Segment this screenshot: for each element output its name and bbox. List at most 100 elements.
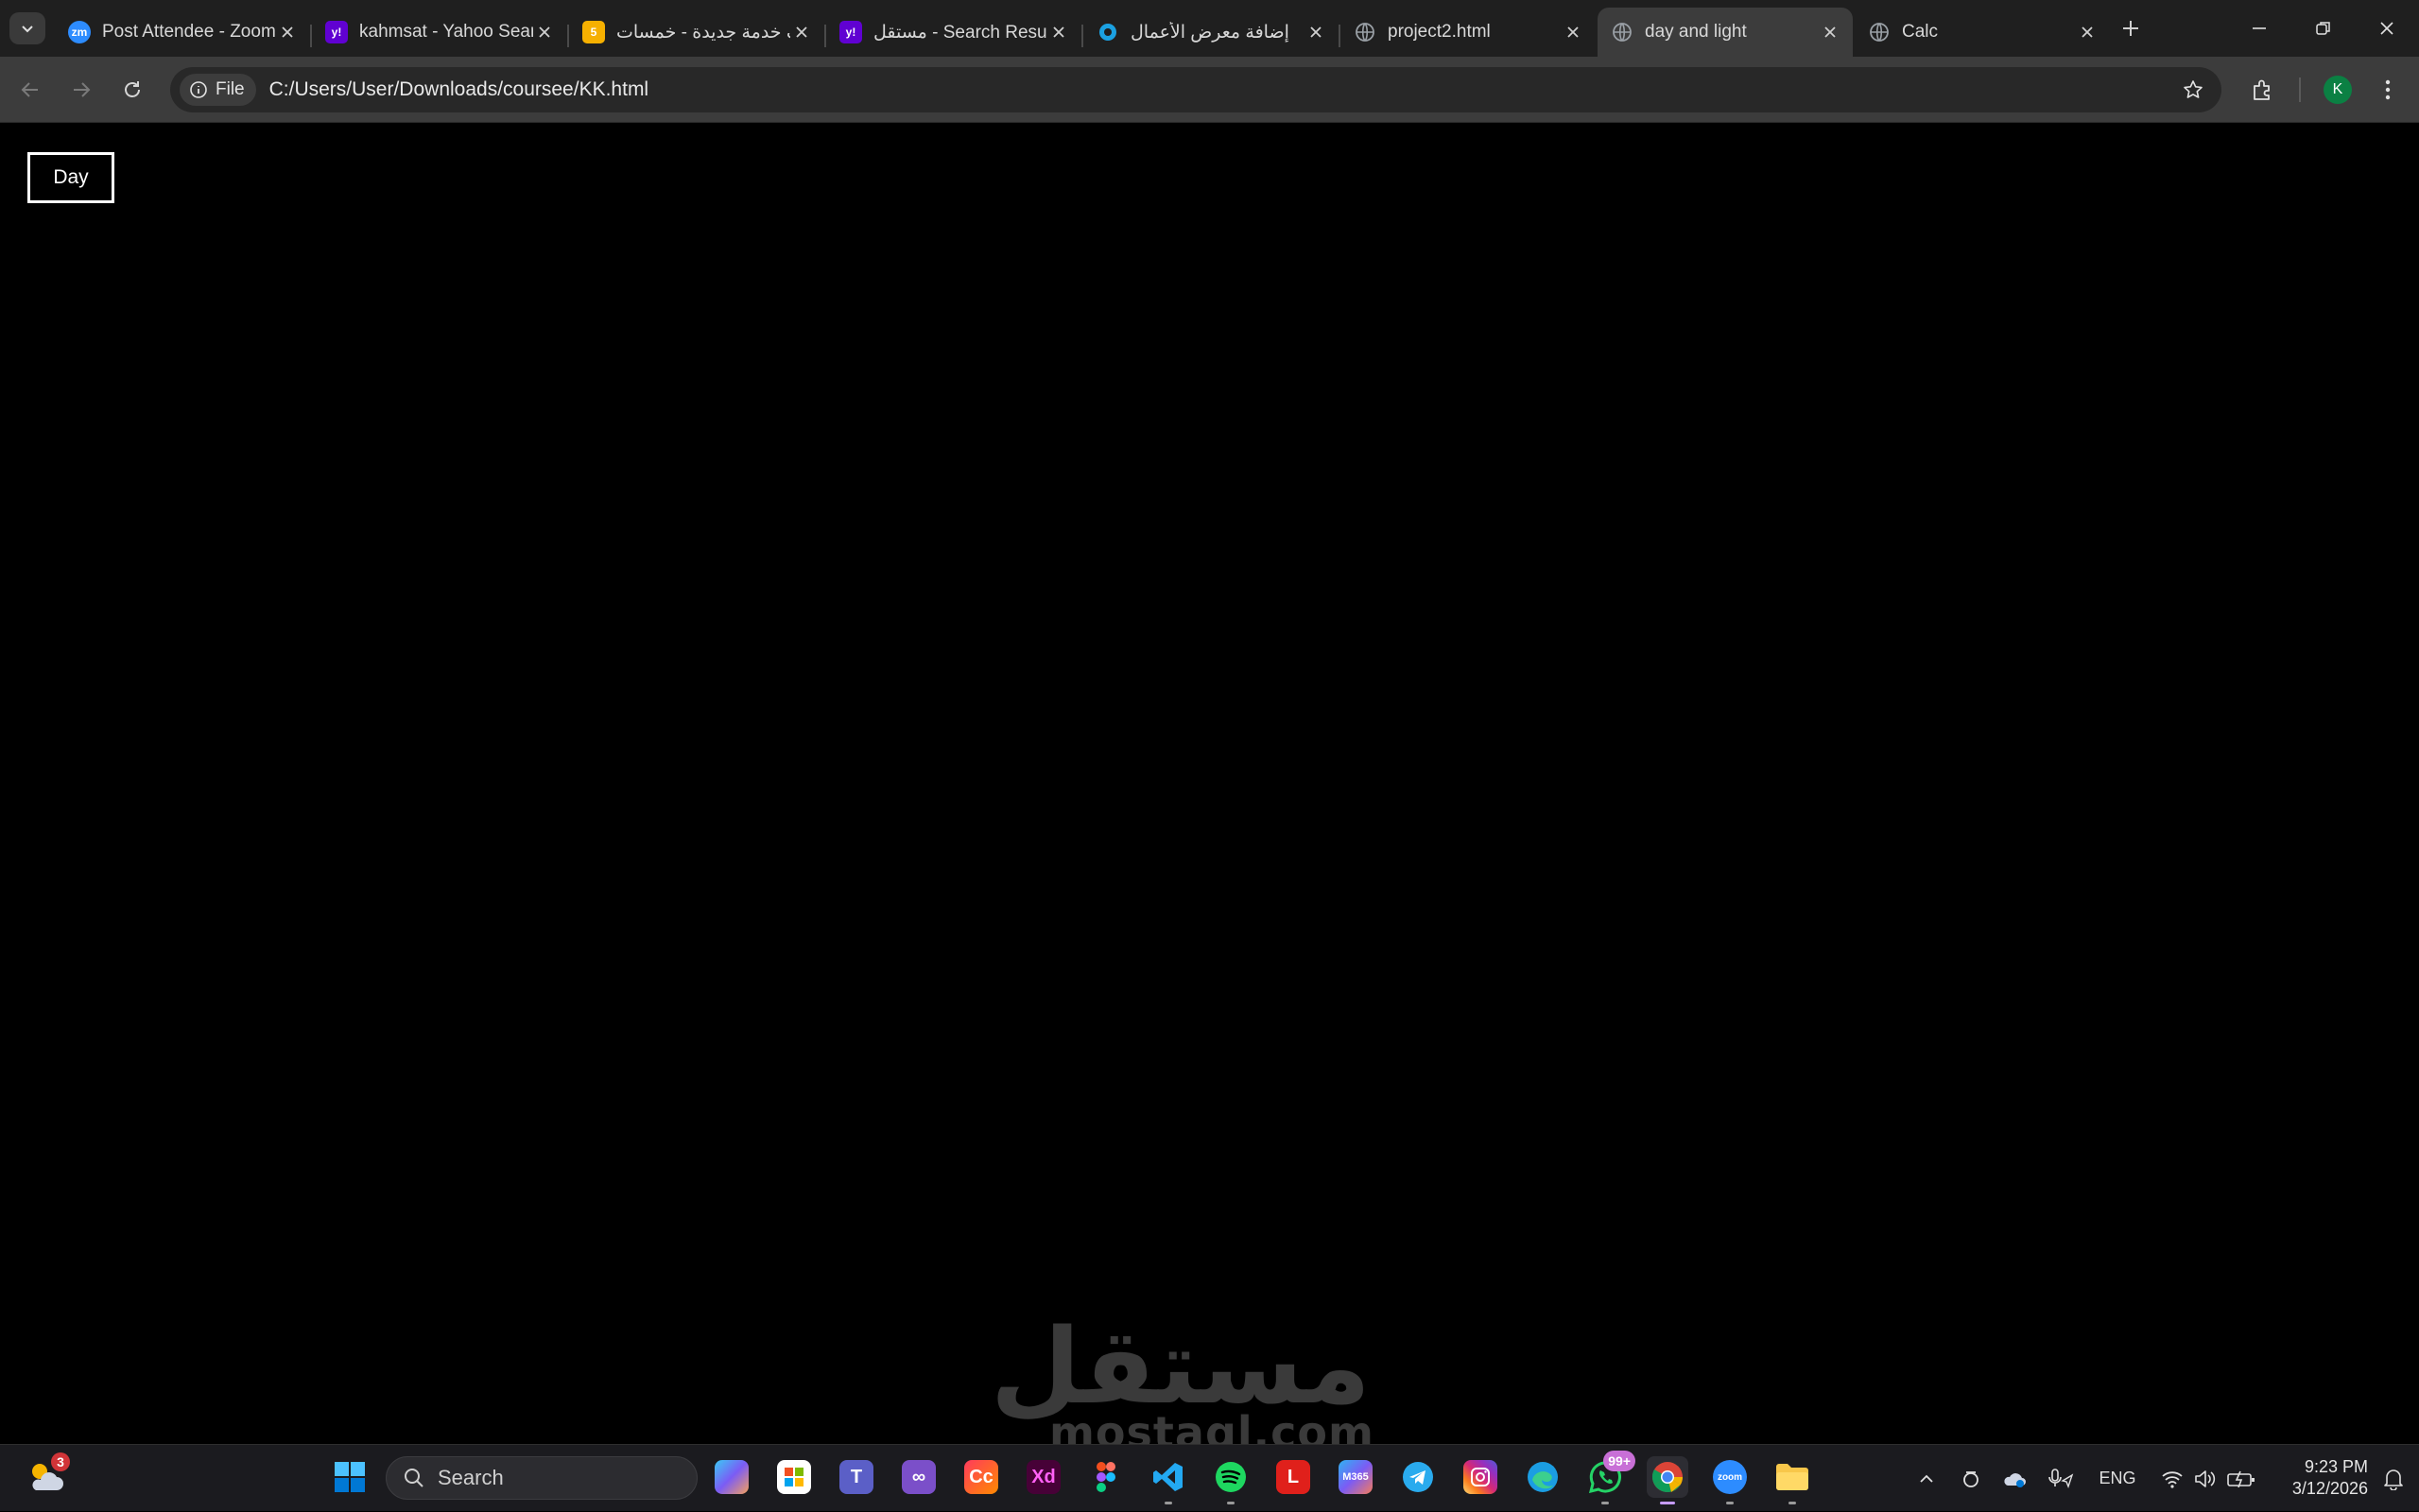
taskbar-whatsapp[interactable]: 99+ [1584, 1451, 1635, 1504]
close-tab-icon[interactable] [790, 21, 813, 43]
taskbar-l-app[interactable]: L [1272, 1456, 1314, 1498]
instagram-icon [1463, 1460, 1497, 1494]
creative-cloud-icon: Cc [964, 1460, 998, 1494]
day-toggle-button[interactable]: Day [27, 152, 114, 203]
tab[interactable]: 5 أضف خدمة جديدة - خمسات [569, 8, 824, 57]
chevron-up-icon [1920, 1474, 1933, 1483]
close-icon [2380, 22, 2393, 35]
menu-button[interactable] [2371, 73, 2405, 107]
tab[interactable]: zm Post Attendee - Zoom [55, 8, 310, 57]
taskbar-search[interactable]: Search [386, 1456, 698, 1500]
windows-taskbar: 3 Search T ∞ Cc Xd L M365 99+ zoom ENG 9… [0, 1444, 2419, 1511]
language-indicator[interactable]: ENG [2089, 1445, 2146, 1512]
telegram-icon [1403, 1462, 1433, 1492]
search-icon [405, 1469, 423, 1487]
tab[interactable]: day and light [1598, 8, 1853, 57]
url-text[interactable]: C:/Users/User/Downloads/coursee/KK.html [269, 78, 648, 101]
taskbar-creative-cloud[interactable]: Cc [960, 1456, 1002, 1498]
globe-icon [1868, 21, 1891, 43]
tray-volume-button[interactable] [2189, 1445, 2221, 1512]
restore-button[interactable] [2291, 0, 2356, 57]
taskbar-copilot[interactable] [711, 1456, 752, 1498]
whatsapp-badge: 99+ [1603, 1451, 1635, 1471]
tab[interactable]: y! مستقل - Search Results [826, 8, 1081, 57]
arrow-left-icon [21, 82, 38, 97]
cloud-icon [2004, 1472, 2026, 1487]
chrome-icon [1651, 1462, 1683, 1492]
taskbar-zoom[interactable]: zoom [1709, 1456, 1751, 1504]
close-tab-icon[interactable] [533, 21, 556, 43]
tab-title: project2.html [1388, 22, 1491, 42]
tab[interactable]: إضافة معرض الأعمال [1083, 8, 1339, 57]
tray-mic-button[interactable] [2042, 1445, 2080, 1512]
browser-toolbar: File C:/Users/User/Downloads/coursee/KK.… [0, 57, 2419, 123]
puzzle-icon [2254, 79, 2270, 100]
info-icon [190, 81, 207, 98]
copilot-icon [715, 1460, 749, 1494]
taskbar-chrome[interactable] [1647, 1456, 1688, 1504]
bookmark-star-button[interactable] [2182, 78, 2204, 106]
close-window-button[interactable] [2355, 0, 2419, 57]
teams-icon: T [839, 1460, 873, 1494]
folder-icon [1776, 1464, 1808, 1490]
notifications-button[interactable] [2375, 1445, 2412, 1512]
edge-icon [1528, 1462, 1558, 1492]
taskbar-edge[interactable] [1522, 1456, 1564, 1498]
taskbar-visual-studio[interactable]: ∞ [898, 1456, 940, 1498]
tray-battery-button[interactable] [2223, 1445, 2259, 1512]
windows-logo-icon [335, 1462, 365, 1492]
taskbar-m365[interactable]: M365 [1335, 1456, 1376, 1498]
taskbar-file-explorer[interactable] [1771, 1456, 1813, 1504]
taskbar-figma[interactable] [1085, 1456, 1127, 1498]
kebab-menu-icon [2385, 79, 2391, 100]
zoom-icon: zm [68, 21, 91, 43]
star-icon [2184, 80, 2203, 98]
taskbar-telegram[interactable] [1397, 1456, 1439, 1498]
taskbar-adobe-xd[interactable]: Xd [1023, 1456, 1064, 1498]
tray-wifi-button[interactable] [2155, 1445, 2189, 1512]
adobe-xd-icon: Xd [1027, 1460, 1061, 1494]
running-indicator [1227, 1502, 1235, 1504]
close-tab-icon[interactable] [1047, 21, 1070, 43]
close-tab-icon[interactable] [1819, 21, 1841, 43]
clock[interactable]: 9:23 PM 3/12/2026 [2264, 1456, 2368, 1500]
minimize-button[interactable] [2227, 0, 2291, 57]
mostaql-icon [1097, 21, 1119, 43]
taskbar-instagram[interactable] [1460, 1456, 1501, 1498]
taskbar-vscode[interactable] [1148, 1456, 1189, 1504]
start-button[interactable] [329, 1456, 371, 1498]
taskbar-teams[interactable]: T [836, 1456, 877, 1498]
tray-app-button[interactable] [1955, 1445, 1987, 1512]
tab[interactable]: project2.html [1340, 8, 1596, 57]
taskbar-spotify[interactable] [1210, 1456, 1252, 1504]
running-indicator [1165, 1502, 1172, 1504]
globe-icon [1354, 21, 1376, 43]
site-info-chip[interactable]: File [180, 74, 256, 106]
close-tab-icon[interactable] [1562, 21, 1584, 43]
tab-title: day and light [1645, 22, 1747, 42]
clock-time: 9:23 PM [2304, 1457, 2368, 1476]
running-indicator [1788, 1502, 1796, 1504]
m365-icon: M365 [1339, 1460, 1373, 1494]
tray-overflow-button[interactable] [1909, 1445, 1944, 1512]
address-bar[interactable]: File C:/Users/User/Downloads/coursee/KK.… [170, 67, 2221, 112]
tab[interactable]: Calc [1855, 8, 2110, 57]
reload-button[interactable] [115, 73, 149, 107]
tray-onedrive-button[interactable] [1998, 1445, 2030, 1512]
profile-avatar[interactable]: K [2324, 76, 2352, 104]
tab-search-button[interactable] [9, 12, 45, 44]
taskbar-store[interactable] [773, 1456, 815, 1498]
forward-button[interactable] [64, 73, 98, 107]
plus-icon [2123, 21, 2138, 36]
yahoo-icon: y! [325, 21, 348, 43]
weather-widget[interactable]: 3 [25, 1452, 70, 1498]
extensions-button[interactable] [2246, 73, 2280, 107]
close-tab-icon[interactable] [1305, 21, 1327, 43]
new-tab-button[interactable] [2116, 13, 2146, 43]
back-button[interactable] [13, 73, 47, 107]
close-tab-icon[interactable] [2076, 21, 2099, 43]
visual-studio-icon: ∞ [902, 1460, 936, 1494]
close-tab-icon[interactable] [276, 21, 299, 43]
restore-icon [2316, 22, 2330, 35]
tab[interactable]: y! kahmsat - Yahoo Search [312, 8, 567, 57]
